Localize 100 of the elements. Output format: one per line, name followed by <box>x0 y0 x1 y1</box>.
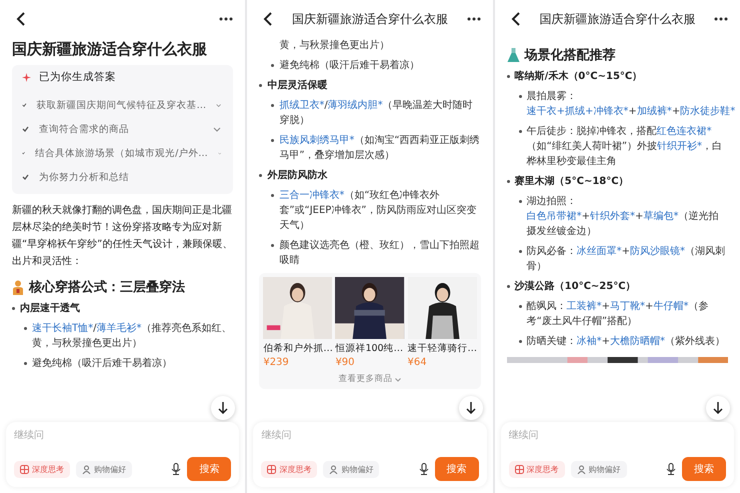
list-heading: 赛里木湖（5°C~18°C） <box>514 174 629 189</box>
microphone-icon[interactable] <box>666 463 676 475</box>
product-name: 速干轻薄骑行… <box>408 342 477 356</box>
list-item-text: 酷飒风：工装裤*+马丁靴*+牛仔帽*（参考“废土风牛仔帽”搭配） <box>526 300 710 329</box>
list-item-text: 午后徒步：脱掉冲锋衣，搭配红色连衣裙* （如“绯红美人荷叶裙”）外披针织开衫*，白桦林里秒变最佳主角 <box>526 124 724 169</box>
option-chip[interactable]: 深度思考 <box>508 460 565 478</box>
product-link[interactable]: 马丁靴* <box>610 301 646 312</box>
list-item-text: 速干长袖T恤*/薄羊毛衫*（推荐亮色系如红、黄，与秋景撞色更出片） <box>32 322 232 351</box>
bullet-dot <box>271 139 274 142</box>
arrow-down-icon <box>712 402 723 414</box>
product-link[interactable]: 速干长袖T恤* <box>32 323 94 334</box>
product-link[interactable]: 防风沙眼镜* <box>630 246 686 257</box>
check-icon <box>22 102 27 108</box>
arrow-down-icon <box>466 402 476 414</box>
bullet-dot <box>518 95 522 98</box>
product-link[interactable]: 薄羽绒内胆* <box>328 100 383 111</box>
bullet-dot <box>518 250 522 253</box>
product-link[interactable]: 抓绒卫衣* <box>279 100 324 111</box>
input-field[interactable]: 继续问 <box>261 428 479 443</box>
bullet-dot <box>24 327 27 330</box>
list-heading: 内层速干透气 <box>20 302 80 316</box>
product-link[interactable]: 冰丝面罩* <box>576 246 622 257</box>
list-item-text: 三合一冲锋衣*（如“玫红色冲锋衣外套”或“JEEP冲锋衣”，防风防雨应对山区突变天气） <box>279 188 478 233</box>
more-icon[interactable] <box>714 17 728 21</box>
paragraph: 新疆的秋天就像打翻的调色盘，国庆期间正是北疆层林尽染的绝美时节！这份穿搭攻略专为应对新疆“早穿棉袄午穿纱”的任性天气设计，兼顾保暖、出片和灵活性： <box>12 204 234 269</box>
list-heading: 喀纳斯/禾木（0°C~15°C） <box>514 69 642 84</box>
bullet-dot <box>506 75 510 78</box>
back-icon[interactable] <box>16 12 26 26</box>
more-icon[interactable] <box>219 17 234 21</box>
product-link[interactable]: 草编包* <box>643 211 678 222</box>
chevron-down-icon[interactable] <box>213 126 222 132</box>
person-icon <box>576 464 586 474</box>
list-item-text: 避免纯棉（吸汗后难干易着凉） <box>279 58 420 73</box>
option-chip[interactable]: 深度思考 <box>261 460 318 478</box>
person-icon <box>329 464 338 474</box>
chevron-down-icon <box>395 378 402 382</box>
search-button[interactable]: 搜索 <box>682 457 726 481</box>
product-price: ¥64 <box>408 356 428 370</box>
list-item-text: 湖边拍照： 白色吊带裙*+针织外套*+草编包*（逆光拍摄发丝镀金边） <box>526 194 720 239</box>
page-title: 国庆新疆旅游适合穿什么衣服 <box>538 10 696 28</box>
product-link[interactable]: 速干衣+抓绒+冲锋衣* <box>526 106 628 117</box>
product-link[interactable]: 牛仔帽* <box>653 301 688 312</box>
search-button[interactable]: 搜索 <box>434 457 479 481</box>
product-link[interactable]: 防水徒步鞋* <box>680 106 736 117</box>
product-price: ¥90 <box>335 356 356 370</box>
product-link[interactable]: 大檐防晒帽* <box>610 336 666 347</box>
option-chip[interactable]: 深度思考 <box>14 460 70 478</box>
option-chip[interactable]: 购物偏好 <box>76 460 132 478</box>
list-item-text: 黄，与秋景撞色更出片） <box>278 38 390 53</box>
bullet-dot <box>271 194 274 197</box>
bullet-dot <box>518 200 522 203</box>
section-heading: 核心穿搭公式：三层叠穿法 <box>29 280 185 295</box>
step-text: 为你努力分析和总结 <box>39 170 130 184</box>
product-card[interactable]: 恒源祥100纯… ¥90 <box>335 277 405 370</box>
list-heading: 外层防风防水 <box>267 168 328 183</box>
product-link[interactable]: 加绒裤* <box>636 106 672 117</box>
product-link[interactable]: 工装裤* <box>566 301 602 312</box>
section-heading: 场景化搭配推荐 <box>524 48 616 63</box>
list-item-text: 颜色建议选亮色（橙、玫红），雪山下拍照超吸睛 <box>279 238 480 268</box>
page-title: 国庆新疆旅游适合穿什么衣服 <box>290 10 449 28</box>
product-card[interactable]: 伯希和户外抓… ¥239 <box>263 277 332 370</box>
bullet-dot <box>506 180 510 183</box>
flask-icon <box>506 48 520 63</box>
product-link[interactable]: 冰袖* <box>576 336 602 347</box>
option-chip[interactable]: 购物偏好 <box>323 460 380 478</box>
chevron-down-icon[interactable] <box>216 102 222 108</box>
bullet-dot <box>271 244 274 247</box>
bullet-dot <box>506 285 510 288</box>
more-icon[interactable] <box>466 17 481 21</box>
scroll-down-button[interactable] <box>706 396 730 420</box>
back-icon[interactable] <box>510 12 521 26</box>
sparkle-icon <box>22 73 31 82</box>
input-field[interactable]: 继续问 <box>508 428 726 443</box>
product-link[interactable]: 薄羊毛衫* <box>96 323 142 334</box>
list-item-text: 避免纯棉（吸汗后难干易着凉） <box>32 356 173 371</box>
view-more-link[interactable]: 查看更多商品 <box>338 372 402 387</box>
microphone-icon[interactable] <box>418 463 429 475</box>
step-text: 获取新疆国庆期间气候特征及穿衣基… <box>36 98 206 112</box>
product-name: 伯希和户外抓… <box>263 342 332 356</box>
option-chip[interactable]: 购物偏好 <box>570 460 627 478</box>
product-name: 恒源祥100纯… <box>335 342 404 356</box>
product-link[interactable]: 三合一冲锋衣* <box>279 190 344 201</box>
scroll-down-button[interactable] <box>458 396 483 420</box>
product-card[interactable]: 速干轻薄骑行… ¥64 <box>408 277 477 370</box>
product-link[interactable]: 针织外套* <box>590 211 636 222</box>
product-link[interactable]: 红色连衣裙* <box>656 126 712 137</box>
bullet-dot <box>12 307 15 310</box>
person-icon <box>82 464 91 474</box>
input-field[interactable]: 继续问 <box>14 428 232 443</box>
product-link[interactable]: 民族风刺绣马甲* <box>279 135 354 146</box>
scroll-down-button[interactable] <box>211 396 236 420</box>
bullet-dot <box>271 64 274 67</box>
microphone-icon[interactable] <box>171 463 182 475</box>
product-link[interactable]: 白色吊带裙* <box>526 211 582 222</box>
search-button[interactable]: 搜索 <box>187 457 232 481</box>
back-icon[interactable] <box>263 12 274 26</box>
product-price: ¥239 <box>263 356 290 370</box>
product-link[interactable]: 针织开衫* <box>657 141 702 152</box>
bullet-dot <box>24 362 27 365</box>
article-title: 国庆新疆旅游适合穿什么衣服 <box>12 42 208 57</box>
